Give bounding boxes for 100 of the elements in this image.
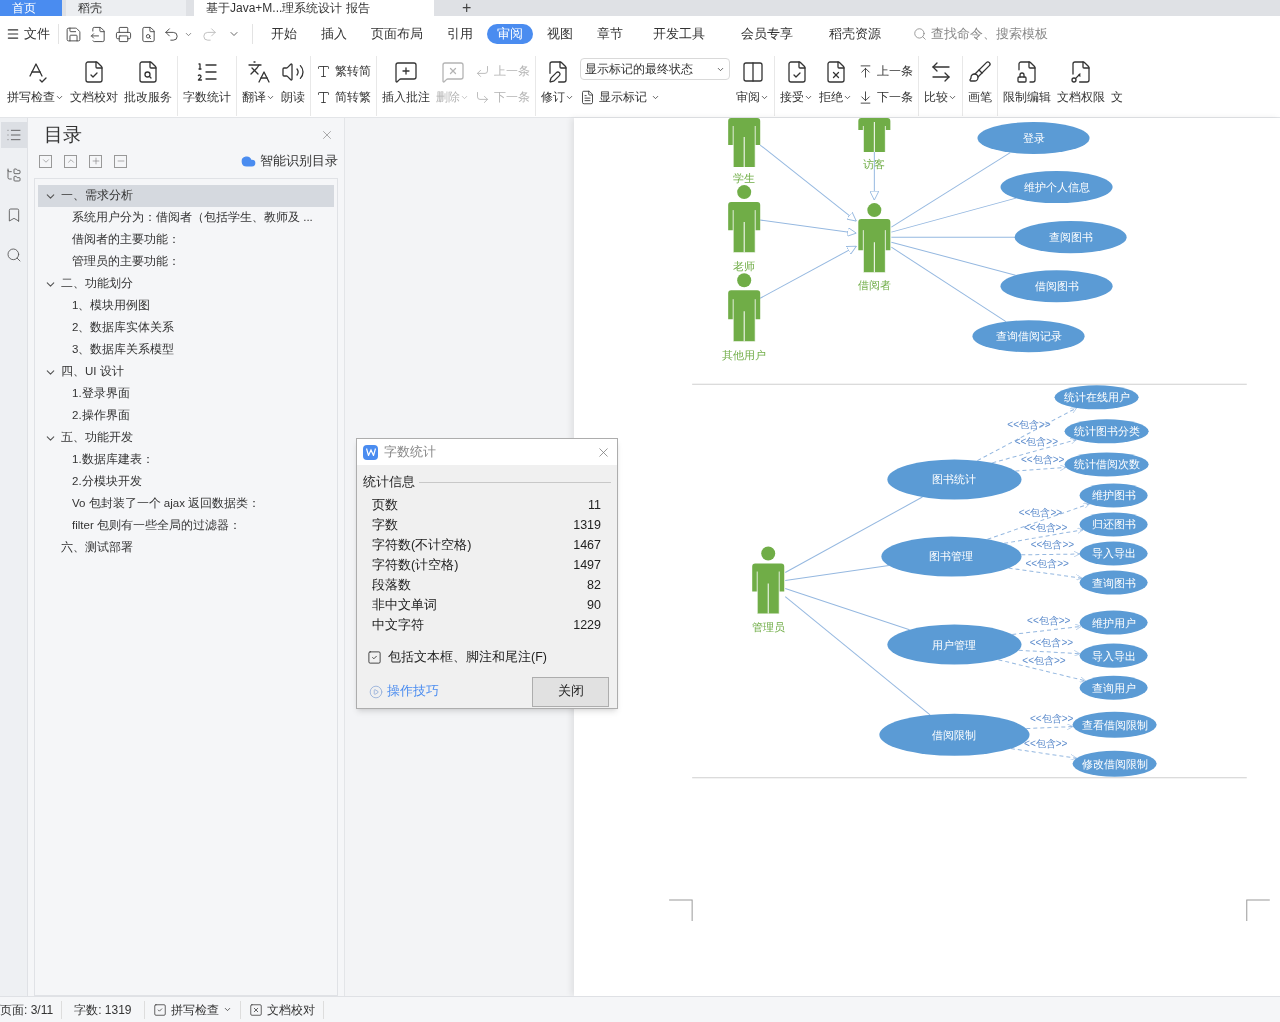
include-arrow — [1025, 723, 1074, 731]
ribbon-button[interactable]: 文档校对 — [67, 56, 121, 114]
ribbon-button[interactable]: 繁转简 — [316, 60, 371, 82]
document-tab[interactable]: 基于Java+M...理系统设计 报告 — [194, 0, 434, 16]
ribbon-button[interactable]: 接受 — [777, 56, 816, 114]
ribbon-button[interactable]: 画笔 — [965, 56, 995, 114]
use-case-ellipse: 统计借阅次数 — [1064, 452, 1149, 477]
arrow-up-icon — [858, 63, 873, 79]
panel-icon — [740, 60, 765, 84]
ribbon-button[interactable]: 字数统计 — [180, 56, 234, 114]
toc-item[interactable]: 管理员的主要功能： — [38, 251, 334, 273]
brush-icon — [968, 60, 992, 84]
ribbon-tab[interactable]: 引用 — [437, 24, 483, 44]
ribbon-button[interactable]: 限制编辑 — [1000, 56, 1054, 114]
ribbon-button[interactable]: 批改服务 — [121, 56, 175, 114]
search-field[interactable]: 查找命令、搜索模板 — [913, 24, 1048, 44]
ribbon-button[interactable]: 插入批注 — [379, 56, 433, 114]
ribbon-button[interactable]: 修订 — [538, 56, 577, 114]
side-tool-button[interactable] — [0, 122, 27, 148]
ribbon-tab[interactable]: 开发工具 — [643, 24, 715, 44]
ribbon-tab[interactable]: 页面布局 — [361, 24, 433, 44]
ribbon-button[interactable]: 下一条 — [858, 86, 913, 108]
ribbon-button[interactable]: 文档权限 — [1054, 56, 1108, 114]
ribbon-tab[interactable]: 开始 — [261, 24, 307, 44]
document-tab[interactable]: 稻壳 — [66, 0, 186, 16]
toc-item[interactable]: 二、功能划分 — [38, 273, 334, 295]
document-search-icon — [136, 60, 160, 84]
toc-item[interactable]: 1.登录界面 — [38, 383, 334, 405]
toc-item[interactable]: 系统用户分为：借阅者（包括学生、教师及 ... — [38, 207, 334, 229]
new-tab-button[interactable]: + — [450, 0, 484, 16]
file-menu[interactable]: 文件 — [6, 24, 59, 44]
actor-label: 其他用户 — [722, 349, 767, 362]
ribbon-button[interactable]: 简转繁 — [316, 86, 371, 108]
include-arrow — [1020, 550, 1081, 558]
toc-item[interactable]: 一、需求分析 — [38, 185, 334, 207]
use-case-ellipse: 查阅图书 — [1014, 221, 1127, 254]
search-icon — [913, 27, 927, 41]
arrow-down-icon — [858, 89, 873, 105]
print-icon[interactable] — [115, 25, 132, 43]
option-checkbox[interactable]: 包括文本框、脚注和尾注(F) — [357, 647, 617, 667]
expand-icon[interactable] — [64, 154, 77, 168]
smart-toc-button[interactable]: 智能识别目录 — [241, 151, 338, 171]
ribbon-button[interactable]: 显示标记 — [580, 86, 730, 108]
ribbon-tab[interactable]: 章节 — [587, 24, 633, 44]
preview-icon[interactable] — [140, 25, 157, 43]
cloud-icon — [241, 153, 256, 169]
export-icon[interactable] — [90, 25, 107, 43]
close-dialog-button[interactable]: 关闭 — [532, 676, 609, 707]
toc-item[interactable]: 3、数据库关系模型 — [38, 339, 334, 361]
menu-icon — [6, 27, 20, 41]
include-label: <<包含>> — [1029, 712, 1074, 724]
use-case-ellipse: 图书统计 — [887, 459, 1022, 500]
toc-item[interactable]: 2、数据库实体关系 — [38, 317, 334, 339]
ribbon-button[interactable]: 上一条 — [858, 60, 913, 82]
collapse-icon[interactable] — [39, 154, 52, 168]
save-icon[interactable] — [65, 25, 82, 43]
use-case-ellipse: 统计图书分类 — [1064, 419, 1149, 444]
ribbon-button[interactable]: 审阅 — [733, 56, 772, 114]
app-icon — [363, 444, 378, 460]
use-case-ellipse: 登录 — [977, 122, 1090, 155]
use-case-ellipse: 图书管理 — [881, 536, 1022, 577]
toc-item[interactable]: 1.数据库建表： — [38, 449, 334, 471]
undo-icon[interactable] — [163, 25, 180, 43]
toc-item[interactable]: 六、测试部署 — [38, 537, 334, 559]
ribbon-tab[interactable]: 插入 — [311, 24, 357, 44]
spell-check-button[interactable]: 拼写检查 — [144, 1000, 241, 1019]
proofread-button[interactable]: 文档校对 — [240, 1000, 324, 1019]
ribbon-button[interactable]: 拒绝 — [816, 56, 855, 114]
include-label: <<包含>> — [1014, 436, 1058, 448]
minus-icon[interactable] — [114, 154, 127, 168]
ribbon-button[interactable]: 翻译 — [239, 56, 278, 114]
toc-item[interactable]: 借阅者的主要功能： — [38, 229, 334, 251]
ribbon-tab[interactable]: 稻壳资源 — [819, 24, 891, 44]
toc-item[interactable]: 五、功能开发 — [38, 427, 334, 449]
close-button[interactable] — [320, 128, 334, 142]
toc-item[interactable]: filter 包则有一些全局的过滤器： — [38, 515, 334, 537]
toc-item[interactable]: 2.操作界面 — [38, 405, 334, 427]
ribbon-tab[interactable]: 视图 — [537, 24, 583, 44]
use-case-ellipse: 导入导出 — [1079, 643, 1148, 668]
dropdown-select[interactable]: 显示标记的最终状态 — [580, 58, 730, 80]
stat-label: 字数 — [372, 517, 398, 535]
ribbon-button[interactable]: 文 — [1108, 56, 1126, 114]
word-count[interactable]: 字数: 1319 — [62, 1000, 145, 1019]
toc-item[interactable]: 1、模块用例图 — [38, 295, 334, 317]
toc-item[interactable]: 2.分模块开发 — [38, 471, 334, 493]
document-lock-icon — [1015, 60, 1039, 84]
toc-item[interactable]: 四、UI 设计 — [38, 361, 334, 383]
plus-icon[interactable] — [89, 154, 102, 168]
include-label: <<包含>> — [1022, 655, 1066, 667]
include-label: <<包含>> — [1027, 615, 1071, 627]
include-label: <<包含>> — [1018, 506, 1063, 518]
checkbox-icon — [152, 1002, 167, 1017]
ribbon-button[interactable]: 朗读 — [278, 56, 308, 114]
dialog-title: 字数统计 — [384, 443, 437, 461]
ribbon-button[interactable]: 拼写检查 — [4, 56, 67, 114]
ribbon-tab[interactable]: 会员专享 — [731, 24, 803, 44]
ribbon-button[interactable]: 比较 — [921, 56, 960, 114]
document-key-icon — [1069, 60, 1093, 84]
toc-item[interactable]: Vo 包封装了一个 ajax 返回数据类： — [38, 493, 334, 515]
stat-value: 82 — [587, 577, 601, 595]
